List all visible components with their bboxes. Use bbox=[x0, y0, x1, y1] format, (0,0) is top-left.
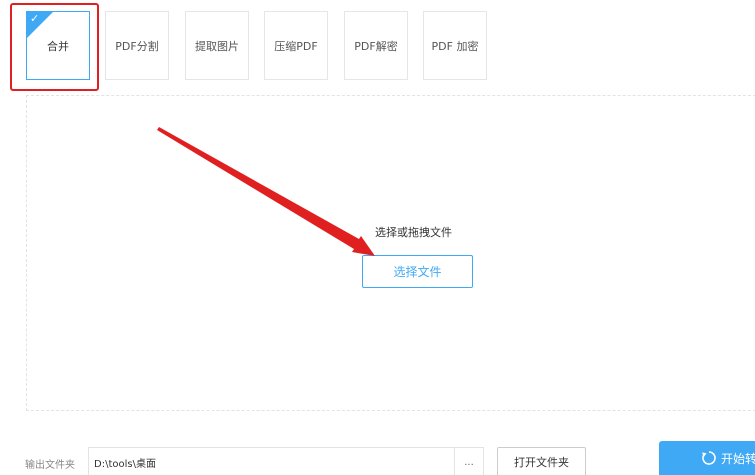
tab-pdf-decrypt[interactable]: PDF解密 bbox=[344, 11, 408, 80]
tab-pdf-decrypt-label: PDF解密 bbox=[354, 39, 398, 53]
tab-extract-images-label: 提取图片 bbox=[195, 39, 239, 53]
browse-button[interactable]: ... bbox=[454, 448, 483, 475]
refresh-icon bbox=[702, 451, 716, 465]
output-folder-label: 输出文件夹 bbox=[25, 460, 75, 471]
tab-merge-label: 合并 bbox=[47, 39, 69, 53]
drop-hint: 选择或拖拽文件 bbox=[375, 226, 452, 239]
checkmark-icon: ✓ bbox=[30, 12, 40, 25]
tab-pdf-encrypt-label: PDF 加密 bbox=[431, 39, 479, 53]
open-folder-button[interactable]: 打开文件夹 bbox=[497, 447, 586, 475]
tab-pdf-encrypt[interactable]: PDF 加密 bbox=[423, 11, 487, 80]
start-convert-button[interactable]: 开始转 bbox=[659, 441, 755, 475]
tab-pdf-split-label: PDF分割 bbox=[115, 39, 159, 53]
tab-compress-pdf-label: 压缩PDF bbox=[274, 39, 318, 53]
output-path-text: D:\tools\桌面 bbox=[94, 458, 156, 470]
select-file-button[interactable]: 选择文件 bbox=[362, 255, 473, 288]
pdf-tool-window: ✓ 合并 PDF分割 提取图片 压缩PDF PDF解密 PDF 加密 选择或拖拽… bbox=[0, 0, 755, 475]
tab-compress-pdf[interactable]: 压缩PDF bbox=[264, 11, 328, 80]
file-drop-zone[interactable] bbox=[26, 95, 755, 411]
tab-pdf-split[interactable]: PDF分割 bbox=[105, 11, 169, 80]
tab-extract-images[interactable]: 提取图片 bbox=[185, 11, 249, 80]
start-convert-label: 开始转 bbox=[721, 451, 755, 466]
output-folder-field[interactable]: D:\tools\桌面 ... bbox=[88, 447, 484, 475]
tab-merge[interactable]: ✓ 合并 bbox=[26, 11, 90, 80]
